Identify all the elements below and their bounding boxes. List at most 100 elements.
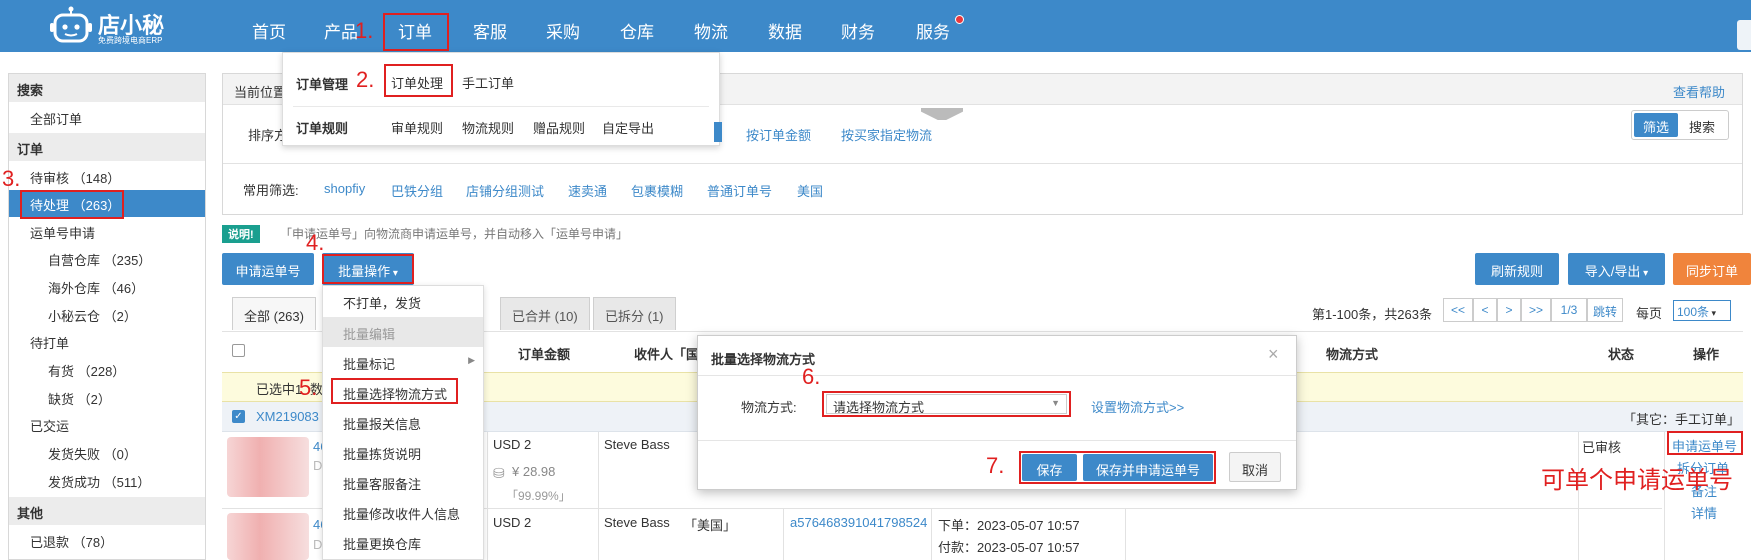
sidebar-item-waybill-apply[interactable]: 运单号申请	[9, 218, 205, 245]
nav-orders[interactable]: 订单	[398, 18, 432, 43]
page-last-button[interactable]: >>	[1521, 298, 1551, 322]
row1-status: 已审核	[1582, 440, 1622, 455]
page-first-button[interactable]: <<	[1443, 298, 1473, 322]
select-logistics-highlight	[331, 378, 458, 404]
nav-purchase[interactable]: 采购	[546, 18, 580, 43]
product-thumbnail[interactable]	[227, 437, 309, 497]
nav-logistics[interactable]: 物流	[694, 18, 728, 43]
page-next-button[interactable]: >	[1497, 298, 1521, 322]
menu-item-audit-rules[interactable]: 审单规则	[391, 118, 443, 137]
chevron-down-icon: ▾	[1640, 268, 1649, 279]
sidebar-item-ship-failed[interactable]: 发货失败 （0）	[9, 439, 205, 466]
pagination-summary: 第1-100条，共263条	[1312, 307, 1432, 322]
menu-item-gift-rules[interactable]: 赠品规则	[533, 118, 585, 137]
tab-merged[interactable]: 已合并 (10)	[500, 297, 590, 330]
nav-products[interactable]: 产品	[324, 18, 358, 43]
brand-logo[interactable]: 店小秘 免费跨境电商ERP	[48, 6, 178, 46]
row1-detail-link[interactable]: 详情	[1691, 503, 1717, 522]
import-export-button[interactable]: 导入/导出 ▾	[1568, 253, 1665, 285]
nav-home[interactable]: 首页	[252, 18, 286, 43]
close-icon[interactable]: ×	[1268, 344, 1279, 365]
notice-badge: 说明!	[222, 225, 260, 243]
menu-group-order-rules: 订单规则	[296, 121, 349, 136]
sidebar-head-search: 搜索	[9, 74, 205, 102]
row2-transaction-link[interactable]: a576468391041798524	[790, 515, 927, 530]
filter-usa[interactable]: 美国	[797, 181, 823, 200]
row1-amount: USD 2	[493, 437, 532, 452]
batch-item-change-warehouse[interactable]: 批量更换仓库	[323, 527, 483, 557]
filter-normal-order-no[interactable]: 普通订单号	[707, 181, 772, 200]
batch-item-cs-note[interactable]: 批量客服备注	[323, 467, 483, 497]
page-prev-button[interactable]: <	[1473, 298, 1497, 322]
logistics-select[interactable]: 请选择物流方式 ▼	[826, 394, 1067, 415]
import-export-label: 导入/导出	[1584, 264, 1641, 279]
sidebar-item-cloud-warehouse[interactable]: 小秘云仓 （2）	[9, 301, 205, 328]
order-checkbox-checked[interactable]: ✓	[232, 410, 245, 423]
sidebar-item-out-stock[interactable]: 缺货 （2）	[9, 384, 205, 411]
filter-toggle-button[interactable]: 筛选	[1634, 113, 1678, 137]
filter-shopfiy[interactable]: shopfiy	[324, 181, 365, 196]
tab-split[interactable]: 已拆分 (1)	[593, 297, 676, 330]
nav-data[interactable]: 数据	[768, 18, 802, 43]
batch-item-mark[interactable]: 批量标记 ▶	[323, 347, 483, 377]
search-toggle-button[interactable]: 搜索	[1689, 117, 1715, 136]
batch-item-picking[interactable]: 批量拣货说明	[323, 437, 483, 467]
help-link[interactable]: 查看帮助	[1673, 82, 1725, 101]
robot-logo-icon	[50, 6, 92, 43]
logistics-settings-link[interactable]: 设置物流方式>>	[1091, 397, 1184, 416]
selection-text: 已选中1	[256, 382, 303, 397]
sort-by-amount[interactable]: 按订单金额	[746, 125, 811, 144]
breadcrumb: 当前位置	[234, 85, 287, 100]
row1-apply-waybill-link[interactable]: 申请运单号	[1672, 436, 1737, 455]
annotation-single-apply: 可单个申请运单号	[1541, 467, 1733, 494]
sort-by-buyer-logistics[interactable]: 按买家指定物流	[841, 125, 932, 144]
sidebar-head-orders: 订单	[9, 133, 205, 161]
table-divider	[1125, 509, 1126, 560]
sidebar-item-shipped[interactable]: 已交运	[9, 411, 205, 438]
sidebar-item-ship-success[interactable]: 发货成功 （511）	[9, 467, 205, 494]
right-edge-tab[interactable]	[1737, 20, 1751, 50]
sidebar-item-in-stock[interactable]: 有货 （228）	[9, 356, 205, 383]
menu-item-order-process[interactable]: 订单处理	[391, 73, 443, 92]
sync-orders-button[interactable]: 同步订单	[1673, 253, 1751, 285]
row1-cny: ¥ 28.98	[512, 464, 556, 479]
save-and-apply-button[interactable]: 保存并申请运单号	[1083, 454, 1213, 481]
table-divider	[487, 432, 488, 560]
row2-country: 「美国」	[684, 518, 737, 533]
batch-item-no-print-ship[interactable]: 不打单，发货	[323, 286, 483, 316]
select-all-checkbox[interactable]	[232, 344, 245, 357]
row2-order-time: 下单：2023-05-07 10:57	[938, 518, 1080, 533]
filter-aliexpress[interactable]: 速卖通	[568, 181, 607, 200]
tab-all[interactable]: 全部 (263)	[232, 297, 316, 330]
filter-batie-group[interactable]: 巴铁分组	[391, 181, 443, 200]
sidebar-item-refunded[interactable]: 已退款 （78）	[9, 527, 205, 554]
refresh-rules-button[interactable]: 刷新规则	[1475, 253, 1559, 285]
orders-dropdown-menu: 订单管理 2. 订单处理 手工订单 订单规则 审单规则 物流规则 赠品规则 自定…	[282, 52, 720, 146]
batch-item-customs[interactable]: 批量报关信息	[323, 407, 483, 437]
batch-ops-menu: 不打单，发货 批量编辑 批量标记 ▶ 批量选择物流方式 批量报关信息 批量拣货说…	[322, 285, 484, 560]
menu-item-logistics-rules[interactable]: 物流规则	[462, 118, 514, 137]
sidebar-item-all-orders[interactable]: 全部订单	[9, 104, 205, 131]
nav-warehouse[interactable]: 仓库	[620, 18, 654, 43]
apply-waybill-button[interactable]: 申请运单号	[222, 253, 314, 285]
cancel-button[interactable]: 取消	[1229, 452, 1281, 482]
nav-customer-service[interactable]: 客服	[473, 18, 507, 43]
filter-package-fuzzy[interactable]: 包裹模糊	[631, 181, 683, 200]
order-number-link[interactable]: XM219083	[256, 409, 319, 424]
sidebar-item-overseas-warehouse[interactable]: 海外仓库 （46）	[9, 273, 205, 300]
product-thumbnail[interactable]	[227, 513, 309, 560]
sidebar-item-own-warehouse[interactable]: 自营仓库 （235）	[9, 245, 205, 272]
nav-finance[interactable]: 财务	[841, 18, 875, 43]
nav-services[interactable]: 服务	[916, 18, 950, 43]
menu-item-manual-order[interactable]: 手工订单	[462, 73, 514, 92]
sidebar-head-other: 其他	[9, 497, 205, 525]
sidebar-item-pending-review[interactable]: 待审核 （148）	[9, 163, 205, 190]
page-indicator: 1/3	[1551, 298, 1587, 322]
page-jump-button[interactable]: 跳转	[1587, 298, 1623, 322]
save-button[interactable]: 保存	[1022, 454, 1077, 481]
menu-item-custom-export[interactable]: 自定导出	[602, 118, 654, 137]
batch-item-edit-receiver[interactable]: 批量修改收件人信息	[323, 497, 483, 527]
filter-shop-group-test[interactable]: 店铺分组测试	[466, 181, 544, 200]
per-page-select[interactable]: 100条 ▾	[1673, 300, 1731, 321]
sidebar-item-to-print[interactable]: 待打单	[9, 328, 205, 355]
